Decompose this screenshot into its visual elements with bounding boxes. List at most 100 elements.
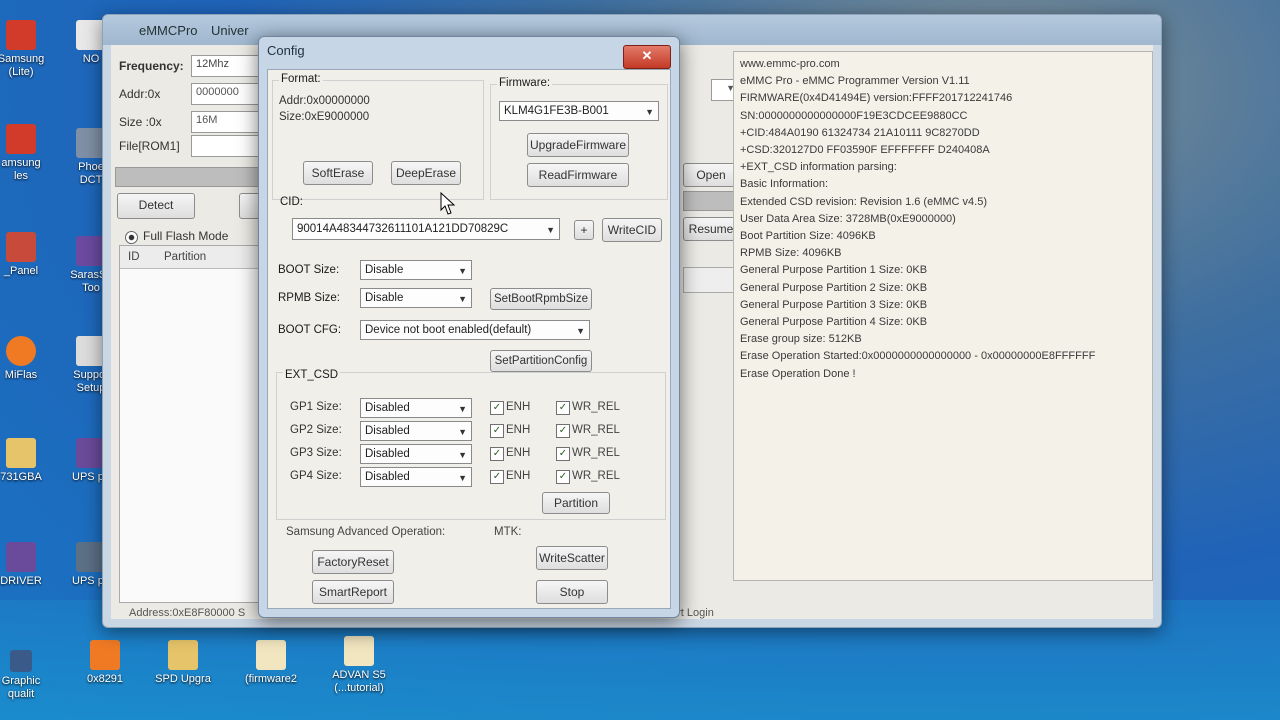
log-line: Erase Operation Done ! [740, 367, 856, 380]
close-button[interactable]: ✕ [623, 45, 671, 69]
chevron-down-icon: ▼ [458, 473, 467, 483]
close-icon: ✕ [641, 48, 653, 63]
set-partition-config-button[interactable]: SetPartitionConfig [490, 350, 592, 372]
log-lines: www.emmc-pro.com eMMC Pro - eMMC Programm… [740, 56, 1146, 383]
resume-button[interactable]: Resume [683, 217, 739, 241]
read-firmware-button[interactable]: ReadFirmware [527, 163, 629, 187]
rpmb-size-select[interactable]: Disable ▼ [360, 288, 472, 308]
log-line: Extended CSD revision: Revision 1.6 (eMM… [740, 195, 987, 208]
log-line: RPMB Size: 4096KB [740, 247, 842, 260]
desktop-icon-label: (firmware2 [245, 673, 297, 685]
file-label: File[ROM1] [119, 139, 180, 153]
desktop-icon-mi-bottom[interactable]: 0x8291 [70, 640, 140, 686]
add-cid-button[interactable]: + [574, 220, 594, 240]
desktop-icon-folder[interactable]: 731GBA [0, 438, 56, 484]
upgrade-firmware-button[interactable]: UpgradeFirmware [527, 133, 629, 157]
desktop-icon-miflash[interactable]: MiFlas [0, 336, 56, 382]
full-flash-mode-radio[interactable] [125, 231, 138, 244]
wr-rel-checkbox[interactable]: ✓ [556, 424, 570, 438]
log-line: Basic Information: [740, 178, 829, 191]
partition-button[interactable]: Partition [542, 492, 610, 514]
desktop-icon-advan[interactable]: ADVAN S5 (...tutorial) [324, 636, 394, 695]
boot-size-select[interactable]: Disable ▼ [360, 260, 472, 280]
firmware-group: Firmware: KLM4G1FE3B-B001 ▼ UpgradeFirmw… [490, 77, 668, 200]
desktop-icon-graphic[interactable]: Graphic qualit [0, 650, 56, 701]
folder-icon [168, 640, 198, 670]
samsung-icon [6, 20, 36, 50]
size-input[interactable]: 16M [191, 111, 263, 133]
panel-icon [6, 232, 36, 262]
gp-size-select[interactable]: Disabled ▼ [360, 467, 472, 487]
firmware-select-value: KLM4G1FE3B-B001 [504, 105, 609, 117]
desktop-icon-spd-upgrade[interactable]: SPD Upgra [148, 640, 218, 686]
enh-checkbox[interactable]: ✓ [490, 447, 504, 461]
wr-rel-checkbox[interactable]: ✓ [556, 470, 570, 484]
desktop-icon-label: MiFlas [4, 369, 38, 381]
chevron-down-icon: ▼ [458, 450, 467, 460]
boot-cfg-select[interactable]: Device not boot enabled(default) ▼ [360, 320, 590, 340]
write-cid-button[interactable]: WriteCID [602, 218, 662, 242]
enh-checkbox[interactable]: ✓ [490, 470, 504, 484]
desktop-icon-label: SPD Upgra [155, 673, 211, 685]
mi-icon [90, 640, 120, 670]
format-size: Size:0xE9000000 [279, 111, 370, 123]
format-addr: Addr:0x00000000 [279, 95, 370, 107]
factory-reset-button[interactable]: FactoryReset [312, 550, 394, 574]
firmware-select[interactable]: KLM4G1FE3B-B001 ▼ [499, 101, 659, 121]
desktop-icon-label: Samsung (Lite) [0, 53, 45, 78]
frequency-select[interactable]: 12Mhz [191, 55, 263, 77]
samsung-icon [6, 124, 36, 154]
size-label: Size :0x [119, 115, 162, 129]
desktop-icon-label: Phoe DCT [78, 161, 104, 186]
desktop-icon-driver[interactable]: DRIVER [0, 542, 56, 588]
partition-table[interactable]: ID Partition [119, 245, 267, 603]
enh-label: ENH [506, 401, 531, 413]
soft-erase-button[interactable]: SoftErase [303, 161, 373, 185]
shortcut-icon [10, 650, 32, 672]
addr-input[interactable]: 0000000 [191, 83, 263, 105]
wr-rel-label: WR_REL [572, 401, 620, 413]
gp-size-select[interactable]: Disabled ▼ [360, 444, 472, 464]
progress-bar [115, 167, 267, 187]
file-path-input[interactable] [191, 135, 263, 157]
desktop-icon-samsung-lite[interactable]: Samsung (Lite) [0, 20, 56, 79]
write-scatter-button[interactable]: WriteScatter [536, 546, 608, 570]
log-line: Erase Operation Started:0x00000000000000… [740, 350, 1096, 363]
col-partition-header: Partition [164, 251, 207, 263]
chevron-down-icon: ▼ [576, 326, 585, 336]
wr-rel-checkbox[interactable]: ✓ [556, 401, 570, 415]
gp-size-label: GP2 Size: [290, 424, 342, 436]
desktop-icon-firmware[interactable]: (firmware2 [236, 640, 306, 686]
wr-rel-label: WR_REL [572, 424, 620, 436]
enh-label: ENH [506, 424, 531, 436]
smart-report-button[interactable]: SmartReport [312, 580, 394, 604]
deep-erase-button[interactable]: DeepErase [391, 161, 461, 185]
gp-size-select[interactable]: Disabled ▼ [360, 421, 472, 441]
stop-button[interactable]: Stop [536, 580, 608, 604]
log-line: FIRMWARE(0x4D41494E) version:FFFF2017122… [740, 92, 1013, 105]
desktop-icon-panel[interactable]: _Panel [0, 232, 56, 278]
gp-size-select[interactable]: Disabled ▼ [360, 398, 472, 418]
desktop-icon-samsung-files[interactable]: amsung les [0, 124, 56, 183]
desktop-icon-label: NO [82, 53, 100, 65]
desktop-icon-label: amsung les [1, 157, 41, 182]
log-panel[interactable]: www.emmc-pro.com eMMC Pro - eMMC Programm… [733, 51, 1153, 581]
log-line: SN:0000000000000000F19E3CDCEE9880CC [740, 109, 968, 122]
gp-size-label: GP3 Size: [290, 447, 342, 459]
gp-size-label: GP1 Size: [290, 401, 342, 413]
detect-button[interactable]: Detect [117, 193, 195, 219]
set-boot-rpmb-size-button[interactable]: SetBootRpmbSize [490, 288, 592, 310]
ext-csd-label: EXT_CSD [283, 369, 341, 381]
cid-select[interactable]: 90014A48344732611101A121DD70829C ▼ [292, 218, 560, 240]
enh-checkbox[interactable]: ✓ [490, 424, 504, 438]
wr-rel-checkbox[interactable]: ✓ [556, 447, 570, 461]
cid-select-value: 90014A48344732611101A121DD70829C [297, 223, 509, 235]
config-dialog: Config ✕ Format: Addr:0x00000000 Size:0x… [258, 36, 680, 618]
full-flash-mode-label: Full Flash Mode [143, 229, 229, 243]
right-column-header [683, 267, 735, 293]
enh-checkbox[interactable]: ✓ [490, 401, 504, 415]
open-button[interactable]: Open [683, 163, 739, 187]
partition-table-header: ID Partition [120, 246, 266, 269]
firmware-label: Firmware: [497, 77, 553, 89]
format-label: Format: [279, 73, 323, 85]
